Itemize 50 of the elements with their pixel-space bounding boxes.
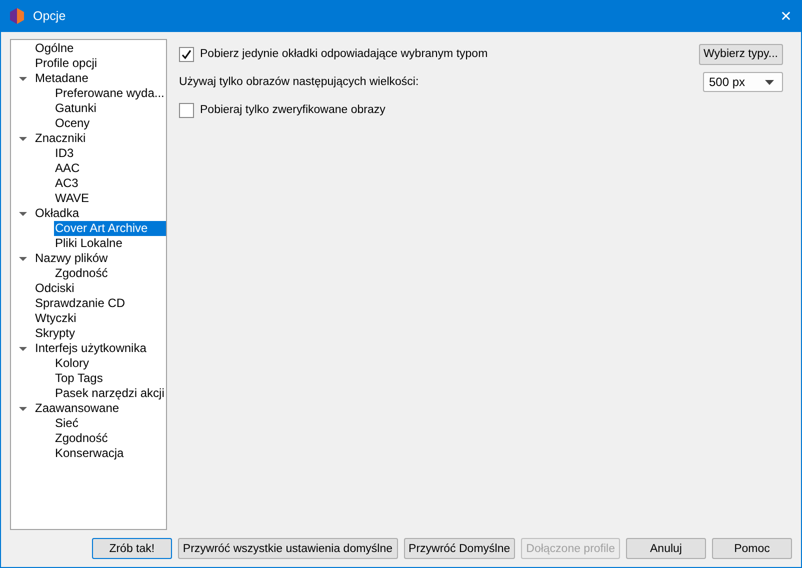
expand-arrow-icon[interactable] bbox=[18, 404, 26, 412]
tree-item[interactable]: Metadane bbox=[34, 71, 92, 86]
tree-item[interactable]: Preferowane wyda... bbox=[54, 86, 168, 101]
tree-item[interactable]: WAVE bbox=[54, 191, 94, 206]
tree-item[interactable]: Odciski bbox=[34, 281, 78, 296]
checkbox-label: Pobierz jedynie okładki odpowiadające wybranym typom bbox=[200, 48, 488, 60]
dropdown-arrow-icon bbox=[765, 80, 774, 84]
tree-item[interactable]: Kolory bbox=[54, 356, 94, 371]
tree-item[interactable]: Profile opcji bbox=[34, 56, 102, 71]
tree-item[interactable]: Oceny bbox=[54, 116, 94, 131]
expand-arrow-icon[interactable] bbox=[18, 74, 26, 82]
tree-item[interactable]: AC3 bbox=[54, 176, 82, 191]
close-button[interactable]: ✕ bbox=[771, 8, 801, 24]
dialog-button[interactable]: Przywróć wszystkie ustawienia domyślne bbox=[178, 538, 398, 559]
tree-item[interactable]: Zaawansowane bbox=[34, 401, 124, 416]
dialog-button[interactable]: Przywróć Domyślne bbox=[404, 538, 516, 559]
tree-item[interactable]: Nazwy plików bbox=[34, 251, 112, 266]
tree-item[interactable]: Skrypty bbox=[34, 326, 80, 341]
tree-item[interactable]: Pasek narzędzi akcji bbox=[54, 386, 168, 401]
choose-types-button[interactable]: Wybierz typy... bbox=[698, 44, 783, 64]
tree-item[interactable]: ID3 bbox=[54, 146, 78, 161]
checkbox[interactable] bbox=[179, 102, 194, 118]
size-dropdown[interactable]: 500 px bbox=[703, 72, 783, 92]
hexagon-logo-icon bbox=[10, 8, 24, 24]
tree-item[interactable]: Sieć bbox=[54, 416, 82, 431]
tree-item[interactable]: Znaczniki bbox=[34, 131, 90, 146]
tree-item[interactable]: AAC bbox=[54, 161, 84, 176]
dialog-button[interactable]: Pomoc bbox=[712, 538, 792, 559]
window-title: Opcje bbox=[33, 9, 66, 23]
tree-item[interactable]: Pliki Lokalne bbox=[54, 236, 126, 251]
tree-item[interactable]: Zgodność bbox=[54, 431, 112, 446]
expand-arrow-icon[interactable] bbox=[18, 134, 26, 142]
expand-arrow-icon[interactable] bbox=[18, 210, 26, 218]
checkbox-label: Pobieraj tylko zweryfikowane obrazy bbox=[200, 104, 386, 116]
dialog-button[interactable]: Anuluj bbox=[626, 538, 706, 559]
expand-arrow-icon[interactable] bbox=[18, 254, 26, 262]
tree-item[interactable]: Gatunki bbox=[54, 101, 100, 116]
expand-arrow-icon[interactable] bbox=[18, 344, 26, 352]
size-label: Używaj tylko obrazów następujących wielkości: bbox=[179, 76, 419, 88]
tree-item[interactable]: Konserwacja bbox=[54, 446, 128, 461]
tree-item[interactable]: Wtyczki bbox=[34, 311, 80, 326]
tree-item[interactable]: Top Tags bbox=[54, 371, 107, 386]
tree-item[interactable]: Zgodność bbox=[54, 266, 112, 281]
tree-item[interactable]: Sprawdzanie CD bbox=[34, 296, 130, 311]
checkbox[interactable] bbox=[179, 46, 194, 62]
tree-item[interactable]: Interfejs użytkownika bbox=[34, 341, 150, 356]
tree-item[interactable]: Cover Art Archive bbox=[54, 221, 166, 236]
tree-item[interactable]: Ogólne bbox=[34, 41, 78, 56]
dialog-button[interactable]: Zrób tak! bbox=[92, 538, 172, 559]
tree-item[interactable]: Okładka bbox=[34, 206, 84, 221]
